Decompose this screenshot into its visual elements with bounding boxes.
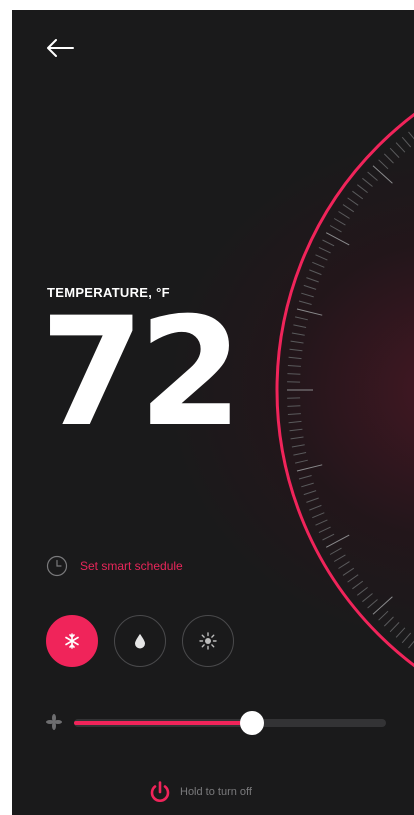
dial-tick [383,616,394,627]
dial-tick [372,165,393,184]
fan-speed-thumb[interactable] [239,711,264,735]
dial-tick [315,519,328,526]
dial-tick [352,190,364,200]
dial-tick [306,277,319,283]
snowflake-icon [65,633,79,649]
dial-tick [315,254,328,261]
clock-icon [46,555,68,577]
schedule-label: Set smart schedule [80,559,183,573]
dial-tick [287,413,301,415]
fan-icon [46,714,62,730]
fan-speed-fill [74,721,252,725]
dial-tick [318,526,331,534]
dial-tick [401,136,412,148]
dial-tick [303,284,317,290]
dial-tick [298,475,312,480]
dial-tick [352,580,364,590]
dial-tick [408,131,414,140]
dial-tick [309,269,322,276]
dial-tick [362,593,373,603]
dial-tick [329,225,342,233]
dial-tick [294,459,308,464]
dial-tick [395,627,406,638]
dial-tick [338,561,350,569]
temperature-value: 72 [40,286,243,460]
dial-tick [367,599,378,609]
dial-tick [288,356,302,360]
dial-tick [293,324,307,328]
dial-tick [383,153,394,164]
mode-selector [46,615,234,667]
dial-tick [342,204,355,213]
dial-tick [290,340,304,344]
smart-schedule-link[interactable]: Set smart schedule [46,554,183,578]
dial-tick [309,504,322,511]
dial-tick [312,261,325,268]
dial-tick [372,596,393,615]
dial-tick [322,239,335,247]
dial-tick [301,482,314,488]
cool-mode-button[interactable] [46,615,98,667]
dial-tick [296,464,323,472]
power-label: Hold to turn off [180,786,252,798]
power-button[interactable]: Hold to turn off [148,780,252,804]
dial-tick [322,533,335,541]
thermostat-screen: TEMPERATURE, °F 72 Set smart schedule Ho… [12,10,414,815]
dial-tick [287,405,301,407]
dial-tick [395,142,406,153]
dial-tick [289,428,303,432]
dial-tick [306,497,319,503]
arrow-left-icon [47,39,74,57]
dial-tick [291,332,305,336]
dial-tick [287,373,301,375]
dial-tick [356,184,368,193]
dial-tick [362,177,373,187]
dial-tick [296,308,323,316]
humidity-mode-button[interactable] [114,615,166,667]
dial-tick [333,218,346,226]
power-icon [150,781,170,802]
dial-tick [367,171,378,181]
dial-tick [289,348,303,352]
dial-tick [293,452,307,456]
dial-tick [301,292,314,298]
dial-tick [389,622,400,633]
dial-tick [318,246,331,254]
dial-tick [338,211,350,219]
dial-tick [347,574,359,583]
sun-icon [199,632,217,650]
dial-tick [288,420,302,424]
droplet-icon [135,634,145,649]
dial-tick [287,365,301,367]
dial-tick [312,512,325,519]
dial-tick [389,147,400,158]
dial-ticks [287,131,414,649]
dial-tick [294,316,308,321]
dial-tick [378,159,389,170]
dial-tick [378,610,389,621]
dial-tick [329,547,342,555]
dial-tick [347,197,359,206]
back-button[interactable] [42,34,78,62]
dial-tick [356,587,368,596]
dial-tick [408,640,414,649]
dial-tick [342,567,355,576]
dial-tick [401,632,412,644]
dial-tick [333,554,346,562]
dial-tick [291,444,305,448]
dial-tick [290,436,304,440]
dial-tick [303,490,317,496]
dial-tick [298,300,312,305]
heat-mode-button[interactable] [182,615,234,667]
fan-speed-slider[interactable] [74,711,386,735]
